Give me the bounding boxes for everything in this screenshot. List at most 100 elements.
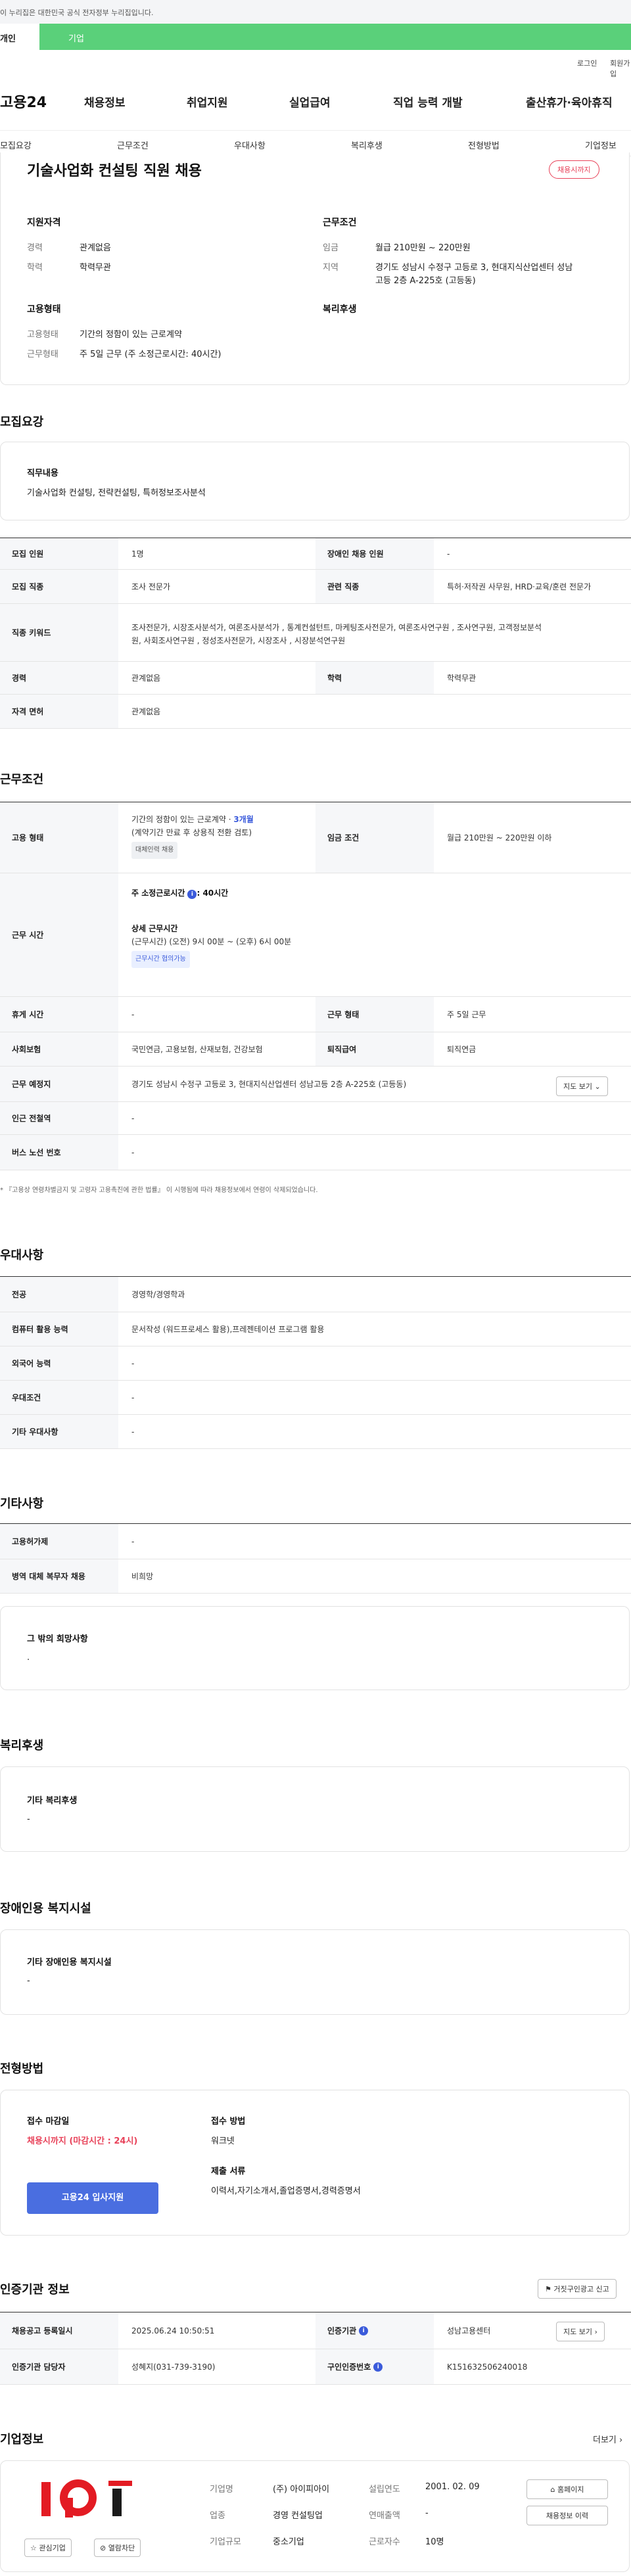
duty-card: 직무내용 기술사업화 컨설팅, 전략컨설팅, 특허정보조사분석 — [0, 442, 630, 520]
row-label: 장애인 채용 인원 — [316, 538, 434, 569]
row-label: 인증기관 i — [316, 2312, 434, 2349]
flex-hours-tag: 근무시간 협의가능 — [131, 951, 190, 968]
keyword-value: 조사전문가, 시장조사분석가, 여론조사분석가 , 통계컨설턴트, 마케팅조사전… — [131, 621, 618, 647]
gnb-item-training[interactable]: 직업 능력 개발 — [393, 93, 463, 110]
keyword-line: 원, 사회조사연구원 , 정성조사전문가, 시장조사 , 시장분석연구원 — [131, 636, 346, 645]
career-value: 관계없음 — [80, 243, 111, 253]
gov-notice-bar: 이 누리집은 대한민국 공식 전자정부 누리집입니다. — [0, 0, 631, 24]
cond-title: 근무조건 — [323, 218, 357, 228]
gnb-item-support[interactable]: 취업지원 — [187, 93, 228, 110]
wage-value: 월급 210만원 ~ 220만원 — [375, 243, 471, 253]
subnav-recruit[interactable]: 모집요강 — [0, 139, 32, 151]
subnav-selection[interactable]: 전형방법 — [468, 139, 500, 151]
cert-table: 채용공고 등록일시 2025.06.24 10:50:51 인증기관 i 성남고용… — [0, 2312, 631, 2385]
table-row: 외국어 능력 - — [0, 1346, 631, 1381]
row-value: 학력무관 — [447, 674, 477, 683]
recruit-section-title: 모집요강 — [0, 415, 44, 429]
star-icon: ☆ — [30, 2544, 37, 2552]
flag-icon: ⚑ — [545, 2285, 551, 2293]
row-label: 우대조건 — [0, 1381, 118, 1414]
interest-button[interactable]: ☆ 관심기업 — [24, 2539, 72, 2557]
history-button[interactable]: 채용정보 이력 — [526, 2506, 608, 2525]
member-type-tabs: 개인 기업 — [0, 24, 631, 50]
welfare-value: - — [27, 1814, 30, 1824]
workers-value: 10명 — [425, 2537, 444, 2547]
area-value-1: 경기도 성남시 수정구 고등로 3, 현대지식산업센터 성남 — [375, 263, 573, 273]
agency-map-label: 지도 보기 — [563, 2328, 592, 2336]
site-logo[interactable]: 고용24 — [0, 91, 47, 112]
subnav-company[interactable]: 기업정보 — [585, 139, 617, 151]
table-row: 고용 형태 기간의 정함이 있는 근로계약 · 3개월 (계약기간 만료 후 상… — [0, 802, 631, 873]
table-row: 우대조건 - — [0, 1381, 631, 1415]
gnb-item-leave[interactable]: 출산휴가·육아휴직 — [526, 93, 613, 110]
emp-months: 3개월 — [233, 815, 254, 824]
more-link[interactable]: 더보기 › — [593, 2433, 622, 2445]
tab-personal[interactable]: 개인 — [0, 24, 39, 50]
docs-title: 제출 서류 — [211, 2167, 246, 2176]
gnb-item-jobs[interactable]: 채용정보 — [84, 93, 126, 110]
row-label: 기타 우대사항 — [0, 1415, 118, 1448]
row-label: 근무 시간 — [0, 873, 118, 996]
block-label: 열람차단 — [108, 2544, 135, 2552]
map-button[interactable]: 지도 보기 ⌄ — [556, 1076, 608, 1096]
row-label: 병역 대체 복무자 채용 — [0, 1559, 118, 1593]
gnb-item-unemployment[interactable]: 실업급여 — [289, 93, 331, 110]
info-icon[interactable]: i — [187, 890, 197, 899]
disabled-section-title: 장애인용 복지시설 — [0, 1902, 91, 1916]
info-icon[interactable]: i — [359, 2326, 369, 2335]
company-logo — [37, 2478, 143, 2520]
emp-type-label: 고용형태 — [27, 330, 58, 340]
docs-value: 이력서,자기소개서,졸업증명서,경력증명서 — [211, 2186, 361, 2196]
table-row: 모집 인원 1명 장애인 채용 인원 - — [0, 538, 631, 570]
table-row: 근무 예정지 경기도 성남시 수정구 고등로 3, 현대지식산업센터 성남고등 … — [0, 1067, 631, 1102]
detail-hours-title: 상세 근무시간 — [131, 924, 178, 933]
report-button[interactable]: ⚑ 거짓구인광고 신고 — [538, 2279, 617, 2299]
homepage-button[interactable]: ⌂ 홈페이지 — [526, 2479, 608, 2499]
subnav-preference[interactable]: 우대사항 — [234, 139, 266, 151]
table-row: 컴퓨터 활용 능력 문서작성 (워드프로세스 활용),프레젠테이션 프로그램 활… — [0, 1312, 631, 1346]
row-value: 성남고용센터 — [447, 2326, 491, 2335]
login-link[interactable]: 로그인 — [577, 58, 597, 68]
table-row: 버스 노선 번호 - — [0, 1135, 631, 1170]
apply-button[interactable]: 고용24 입사지원 — [27, 2182, 158, 2214]
chevron-right-icon: › — [594, 2328, 597, 2336]
row-label: 채용공고 등록일시 — [0, 2312, 118, 2349]
more-label: 더보기 — [593, 2435, 617, 2445]
row-value: K151632506240018 — [447, 2362, 528, 2372]
welfare-card-title: 기타 복리후생 — [27, 1796, 78, 1806]
row-value: 경영학/경영학과 — [131, 1290, 185, 1299]
disabled-value: - — [27, 1976, 30, 1986]
row-value: 주 5일 근무 — [447, 1010, 486, 1019]
row-label: 직종 키워드 — [0, 604, 118, 661]
home-icon: ⌂ — [550, 2485, 555, 2494]
agency-map-button[interactable]: 지도 보기 › — [556, 2322, 605, 2341]
row-label: 임금 조건 — [316, 802, 434, 873]
wish-title: 그 밖의 희망사항 — [27, 1634, 88, 1644]
subnav-welfare[interactable]: 복리후생 — [351, 139, 383, 151]
tab-company[interactable]: 기업 — [39, 24, 631, 50]
row-label: 학력 — [316, 662, 434, 694]
row-label: 모집 직종 — [0, 570, 118, 603]
preference-section-title: 우대사항 — [0, 1249, 44, 1262]
table-row: 인증기관 담당자 성혜지(031-739-3190) 구인인증번호 i K1516… — [0, 2349, 631, 2385]
block-button[interactable]: ⊘ 열람차단 — [94, 2539, 141, 2557]
table-row: 근무 시간 주 소정근로시간 i: 40시간 상세 근무시간 (근무시간) (오전… — [0, 873, 631, 997]
auth-label: 구인인증번호 — [327, 2362, 371, 2372]
row-value: - — [131, 1009, 135, 1019]
subnav-conditions[interactable]: 근무조건 — [117, 139, 149, 151]
row-label: 버스 노선 번호 — [0, 1135, 118, 1170]
deadline-value: 채용시까지 (마감시간 : 24시) — [27, 2136, 138, 2146]
signup-link[interactable]: 회원가입 — [610, 58, 631, 79]
area-value-2: 고등 2층 A-225호 (고등동) — [375, 276, 476, 286]
row-value: 2025.06.24 10:50:51 — [131, 2326, 215, 2335]
selection-card: 접수 마감일 채용시까지 (마감시간 : 24시) 고용24 입사지원 접수 방… — [0, 2090, 630, 2236]
row-label: 컴퓨터 활용 능력 — [0, 1312, 118, 1346]
row-label: 퇴직급여 — [316, 1032, 434, 1066]
deadline-title: 접수 마감일 — [27, 2117, 70, 2127]
row-value: 특허·저작권 사무원, HRD·교육/훈련 전문가 — [447, 582, 592, 591]
deadline-badge: 채용시까지 — [549, 160, 599, 179]
founded-label: 설립연도 — [369, 2485, 400, 2495]
emp-value-text: 기간의 정함이 있는 근로계약 · — [131, 815, 234, 824]
keyword-line: 조사전문가, 시장조사분석가, 여론조사분석가 , 통계컨설턴트, 마케팅조사전… — [131, 623, 542, 632]
info-icon[interactable]: i — [373, 2362, 383, 2372]
